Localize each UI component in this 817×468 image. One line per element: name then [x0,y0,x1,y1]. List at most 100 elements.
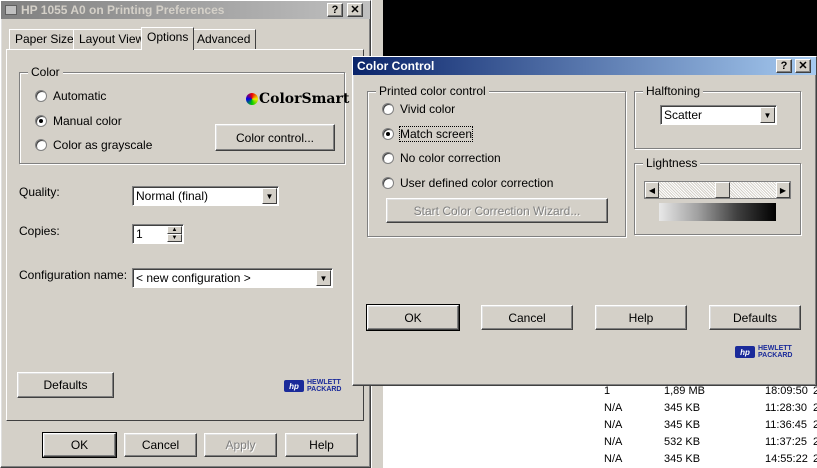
cc-defaults-button[interactable]: Defaults [709,305,801,330]
radio-vivid-color-dot [382,103,394,115]
prefs-titlebar[interactable]: HP 1055 A0 on Printing Preferences [1,1,370,19]
chevron-down-icon: ▼ [316,270,331,286]
tab-options[interactable]: Options [141,27,195,50]
hp-logo-line2: PACKARD [307,386,342,393]
config-dropdown[interactable]: < new configuration > ▼ [132,268,333,288]
lightness-gradient-bar [659,203,776,221]
radio-no-color-correction[interactable]: No color correction [382,151,501,165]
file-list-cell: 2 [813,436,817,448]
slider-left-icon[interactable]: ◀ [645,182,659,198]
file-list-cell: 2 [813,385,817,397]
quality-value: Normal (final) [136,189,209,203]
radio-manual-color[interactable]: Manual color [35,114,122,128]
halftoning-group-label: Halftoning [643,84,704,98]
file-list-cell: 2 [813,453,817,465]
file-list-cell: 1,89 MB [664,385,705,397]
file-list-cell: 2 [813,402,817,414]
hp-logo-line1: HEWLETT [758,345,792,352]
halftoning-dropdown[interactable]: Scatter ▼ [660,105,777,125]
radio-match-screen[interactable]: Match screen [382,126,474,142]
background-window [383,0,817,60]
hp-logo: hp HEWLETT PACKARD [284,379,341,393]
tab-layout-view[interactable]: Layout View [73,29,151,49]
slider-thumb[interactable] [715,182,730,198]
help-title-button[interactable]: ? [327,3,343,17]
ok-button[interactable]: OK [42,432,117,458]
hp-logo-line2: PACKARD [758,352,793,359]
config-label: Configuration name: [19,268,128,282]
cancel-button[interactable]: Cancel [124,433,197,457]
color-control-button[interactable]: Color control... [215,124,335,151]
hp-logo-icon: hp [284,380,304,392]
cc-help-button[interactable]: Help [595,305,687,330]
radio-manual-color-dot [35,115,47,127]
radio-automatic[interactable]: Automatic [35,89,106,103]
hp-logo-text: HEWLETT PACKARD [758,345,792,359]
radio-automatic-label: Automatic [53,89,107,103]
lightness-slider[interactable]: ◀ ▶ [644,181,791,199]
radio-automatic-dot [35,90,47,102]
file-list-cell: 11:37:25 [765,436,808,448]
defaults-button[interactable]: Defaults [17,372,114,398]
file-list-cell: 345 KB [664,419,701,431]
colorsmart-icon [246,93,258,105]
file-list-cell: 11:36:45 [765,419,808,431]
copies-value: 1 [136,227,143,241]
tab-advanced[interactable]: Advanced [191,29,257,49]
file-list-cell: N/A [604,453,623,465]
lightness-group: Lightness [634,156,801,235]
halftoning-value: Scatter [664,108,703,122]
radio-vivid-color-label: Vivid color [400,102,456,116]
file-list-cell: 18:09:50 [765,385,808,397]
radio-grayscale-label: Color as grayscale [53,138,153,152]
radio-user-defined-label: User defined color correction [400,176,554,190]
hp-logo: hp HEWLETT PACKARD [735,345,792,359]
close-title-button[interactable]: ✕ [795,59,811,73]
radio-match-screen-dot [382,128,394,140]
file-list-cell: 2 [813,419,817,431]
printed-color-group-label: Printed color control [376,84,489,98]
slider-right-icon[interactable]: ▶ [776,182,790,198]
lightness-group-label: Lightness [643,156,701,170]
hp-logo-icon: hp [735,346,755,358]
radio-no-color-correction-dot [382,152,394,164]
copies-stepper[interactable]: 1 ▲ ▼ [132,224,184,244]
config-value: < new configuration > [136,271,251,285]
radio-match-screen-label: Match screen [398,126,474,142]
cc-cancel-button[interactable]: Cancel [481,305,573,330]
color-control-dialog: Color Control ? ✕ Printed color control … [352,56,817,386]
hp-logo-line1: HEWLETT [307,379,341,386]
file-list-cell: N/A [604,402,623,414]
radio-user-defined[interactable]: User defined color correction [382,176,553,190]
color-control-titlebar[interactable]: Color Control [353,57,816,75]
radio-grayscale[interactable]: Color as grayscale [35,138,152,152]
color-wizard-button[interactable]: Start Color Correction Wizard... [386,198,608,223]
quality-dropdown[interactable]: Normal (final) ▼ [132,186,279,206]
chevron-down-icon: ▼ [760,107,775,123]
prefs-title: HP 1055 A0 on Printing Preferences [21,3,225,17]
radio-user-defined-dot [382,177,394,189]
cc-ok-button[interactable]: OK [366,304,460,331]
printer-icon [5,5,17,15]
colorsmart-text: ColorSmart [259,91,350,107]
tab-paper-size[interactable]: Paper Size [9,29,80,49]
colorsmart-logo: ColorSmart [246,91,349,107]
chevron-down-icon: ▼ [262,188,277,204]
printing-preferences-window: HP 1055 A0 on Printing Preferences ? ✕ P… [0,0,371,468]
radio-vivid-color[interactable]: Vivid color [382,102,455,116]
close-title-button[interactable]: ✕ [347,3,363,17]
radio-grayscale-dot [35,139,47,151]
file-list-cell: 1 [604,385,611,397]
file-list-cell: 532 KB [664,436,701,448]
help-button[interactable]: Help [285,433,358,457]
file-list-cell: 14:55:22 [765,453,808,465]
file-list-cell: 11:28:30 [765,402,808,414]
stepper-down-icon[interactable]: ▼ [167,234,182,242]
apply-button[interactable]: Apply [204,433,277,457]
file-list-cell: N/A [604,436,623,448]
color-group-label: Color [28,65,63,79]
hp-logo-text: HEWLETT PACKARD [307,379,341,393]
radio-manual-color-label: Manual color [53,114,122,128]
help-title-button[interactable]: ? [776,59,792,73]
stepper-up-icon[interactable]: ▲ [167,226,182,234]
